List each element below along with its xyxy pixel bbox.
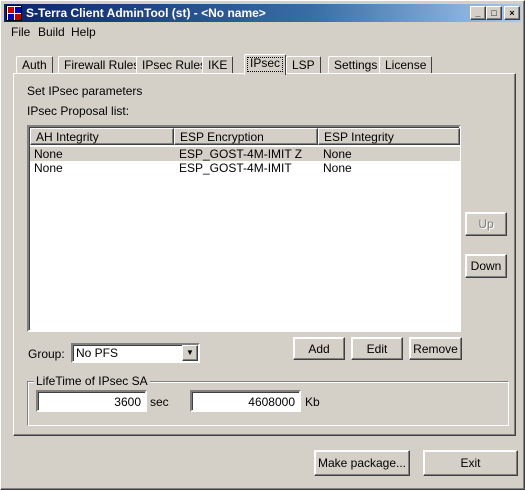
- list-header: AH Integrity ESP Encryption ESP Integrit…: [30, 128, 460, 145]
- make-package-button[interactable]: Make package...: [314, 450, 410, 476]
- group-select[interactable]: No PFS ▼: [71, 343, 200, 363]
- tab-ipsec-rules[interactable]: IPsec Rules: [136, 56, 213, 74]
- table-row[interactable]: None ESP_GOST-4M-IMIT None: [30, 161, 460, 175]
- sec-unit-label: sec: [150, 395, 169, 409]
- tab-settings[interactable]: Settings: [328, 56, 384, 74]
- up-button[interactable]: Up: [465, 212, 507, 236]
- menu-help[interactable]: Help: [67, 25, 100, 39]
- tab-ike[interactable]: IKE: [202, 56, 234, 74]
- cell-esp-integrity: None: [323, 147, 352, 161]
- title-bar[interactable]: S-Terra Client AdminTool (st) - <No name…: [4, 4, 521, 22]
- proposal-list-label: IPsec Proposal list:: [27, 104, 130, 118]
- exit-button[interactable]: Exit: [423, 450, 518, 476]
- chevron-down-icon[interactable]: ▼: [182, 345, 198, 361]
- lifetime-sec-field[interactable]: 3600: [36, 390, 147, 412]
- column-esp-integrity[interactable]: ESP Integrity: [318, 128, 460, 145]
- down-button[interactable]: Down: [465, 254, 507, 278]
- kb-unit-label: Kb: [305, 395, 320, 409]
- tab-lsp[interactable]: LSP: [286, 56, 321, 74]
- tab-auth[interactable]: Auth: [16, 56, 53, 74]
- menu-build[interactable]: Build: [34, 25, 69, 39]
- group-label: Group:: [28, 347, 65, 361]
- menu-file[interactable]: File: [7, 25, 34, 39]
- cell-esp-encryption: ESP_GOST-4M-IMIT: [179, 161, 292, 175]
- maximize-button[interactable]: □: [486, 6, 502, 20]
- lifetime-kb-field[interactable]: 4608000: [190, 390, 301, 412]
- cell-esp-encryption: ESP_GOST-4M-IMIT Z: [179, 147, 303, 161]
- table-row[interactable]: None ESP_GOST-4M-IMIT Z None: [30, 147, 460, 161]
- app-icon: [6, 5, 22, 21]
- column-esp-encryption[interactable]: ESP Encryption: [174, 128, 318, 145]
- cell-esp-integrity: None: [323, 161, 352, 175]
- column-ah-integrity[interactable]: AH Integrity: [30, 128, 174, 145]
- panel-heading: Set IPsec parameters: [27, 84, 143, 98]
- cell-ah-integrity: None: [34, 147, 63, 161]
- lifetime-title: LifeTime of IPsec SA: [34, 374, 150, 388]
- close-button[interactable]: ×: [504, 6, 520, 20]
- window-title: S-Terra Client AdminTool (st) - <No name…: [26, 6, 266, 20]
- minimize-button[interactable]: _: [470, 6, 486, 20]
- group-value: No PFS: [76, 346, 119, 360]
- main-window: S-Terra Client AdminTool (st) - <No name…: [0, 0, 525, 490]
- tab-ipsec[interactable]: IPsec: [244, 54, 287, 75]
- tab-firewall-rules[interactable]: Firewall Rules: [58, 56, 146, 74]
- cell-ah-integrity: None: [34, 161, 63, 175]
- tab-license[interactable]: License: [379, 56, 433, 74]
- ipsec-proposal-list[interactable]: AH Integrity ESP Encryption ESP Integrit…: [27, 125, 461, 332]
- add-button[interactable]: Add: [293, 337, 345, 360]
- remove-button[interactable]: Remove: [409, 337, 462, 360]
- edit-button[interactable]: Edit: [351, 337, 403, 360]
